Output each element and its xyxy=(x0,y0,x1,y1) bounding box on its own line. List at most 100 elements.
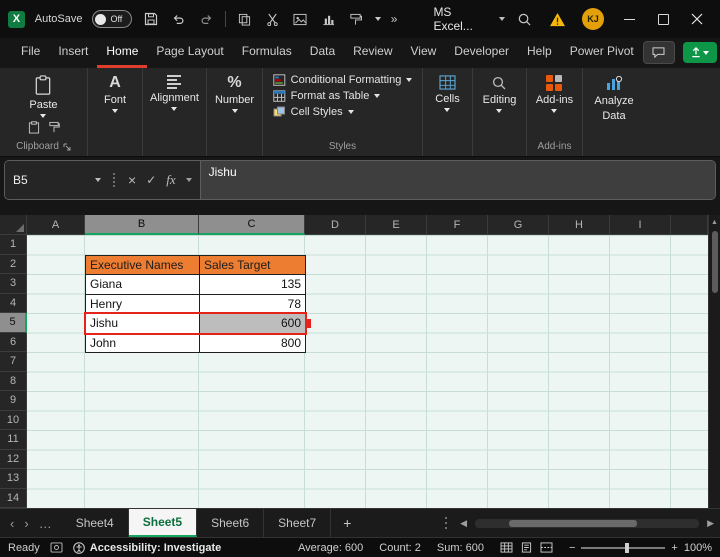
prev-sheet-icon[interactable]: ‹ xyxy=(10,516,14,531)
column-header-D[interactable]: D xyxy=(305,215,366,235)
tab-view[interactable]: View xyxy=(402,38,446,68)
addins-button[interactable]: Add-ins xyxy=(536,73,573,113)
table-cell[interactable]: Giana xyxy=(86,275,200,295)
table-cell[interactable]: Henry xyxy=(86,295,200,315)
page-layout-view-icon[interactable] xyxy=(520,542,533,553)
zoom-out-icon[interactable]: − xyxy=(569,542,575,554)
chart-icon[interactable] xyxy=(319,10,337,28)
number-button[interactable]: % Number xyxy=(215,73,254,113)
row-header-13[interactable]: 13 xyxy=(0,469,27,489)
cells-button[interactable]: Cells xyxy=(435,73,459,112)
search-icon[interactable] xyxy=(515,10,533,28)
column-header-C[interactable]: C xyxy=(199,215,305,235)
column-header-E[interactable]: E xyxy=(366,215,427,235)
undo-icon[interactable] xyxy=(170,10,188,28)
table-cell[interactable]: 78 xyxy=(200,295,306,315)
row-header-2[interactable]: 2 xyxy=(0,255,27,275)
row-header-3[interactable]: 3 xyxy=(0,274,27,294)
row-header-5[interactable]: 5 xyxy=(0,313,27,333)
table-cell[interactable]: 800 xyxy=(200,334,306,354)
redo-icon[interactable] xyxy=(197,10,215,28)
minimize-button[interactable] xyxy=(620,10,638,28)
scroll-right-icon[interactable]: ▶ xyxy=(707,518,714,529)
row-header-14[interactable]: 14 xyxy=(0,489,27,509)
table-header-cell[interactable]: Sales Target xyxy=(200,256,306,276)
tab-help[interactable]: Help xyxy=(518,38,561,68)
font-button[interactable]: A Font xyxy=(104,73,126,113)
tab-formulas[interactable]: Formulas xyxy=(233,38,301,68)
table-cell[interactable]: 600 xyxy=(200,314,306,334)
scroll-up-icon[interactable]: ▲ xyxy=(709,215,720,229)
format-painter-small-icon[interactable] xyxy=(48,121,60,134)
cell-styles-button[interactable]: Cell Styles xyxy=(271,105,356,119)
column-header-G[interactable]: G xyxy=(488,215,549,235)
dialog-launcher-icon[interactable] xyxy=(63,143,71,151)
column-header-F[interactable]: F xyxy=(427,215,488,235)
horizontal-scrollbar-thumb[interactable] xyxy=(509,520,637,527)
tab-file[interactable]: File xyxy=(12,38,49,68)
accessibility-status[interactable]: Accessibility: Investigate xyxy=(90,542,221,554)
row-header-12[interactable]: 12 xyxy=(0,450,27,470)
table-header-cell[interactable]: Executive Names xyxy=(86,256,200,276)
close-button[interactable] xyxy=(688,10,706,28)
column-header-B[interactable]: B xyxy=(85,215,199,235)
cut-icon[interactable] xyxy=(264,10,282,28)
tab-developer[interactable]: Developer xyxy=(445,38,518,68)
row-header-9[interactable]: 9 xyxy=(0,391,27,411)
format-as-table-button[interactable]: Format as Table xyxy=(271,89,383,103)
clipboard-small-icon[interactable] xyxy=(28,121,40,134)
horizontal-scrollbar[interactable] xyxy=(475,519,699,528)
row-header-6[interactable]: 6 xyxy=(0,333,27,353)
avatar[interactable]: KJ xyxy=(582,8,604,30)
maximize-button[interactable] xyxy=(654,10,672,28)
conditional-formatting-button[interactable]: Conditional Formatting xyxy=(271,73,415,87)
row-header-7[interactable]: 7 xyxy=(0,352,27,372)
zoom-in-icon[interactable]: + xyxy=(671,542,677,554)
formula-input[interactable]: Jishu xyxy=(200,161,715,199)
sheet-tab-sheet5[interactable]: Sheet5 xyxy=(129,509,197,537)
table-cell[interactable]: Jishu xyxy=(86,314,200,334)
tabbar-options-icon[interactable] xyxy=(445,517,448,529)
analyze-data-button[interactable]: Analyze Data xyxy=(594,73,633,122)
tab-insert[interactable]: Insert xyxy=(49,38,97,68)
normal-view-icon[interactable] xyxy=(500,542,513,553)
row-header-1[interactable]: 1 xyxy=(0,235,27,255)
alignment-button[interactable]: Alignment xyxy=(150,73,199,111)
row-header-4[interactable]: 4 xyxy=(0,294,27,314)
row-header-11[interactable]: 11 xyxy=(0,430,27,450)
copy-icon[interactable] xyxy=(236,10,254,28)
zoom-level[interactable]: 100% xyxy=(684,542,712,554)
sheet-tab-sheet7[interactable]: Sheet7 xyxy=(264,509,331,537)
clipboard-group-label[interactable]: Clipboard xyxy=(16,141,71,154)
column-header-partial[interactable] xyxy=(671,215,708,235)
table-cell[interactable]: 135 xyxy=(200,275,306,295)
format-painter-icon[interactable] xyxy=(347,10,365,28)
column-header-I[interactable]: I xyxy=(610,215,671,235)
chevron-down-icon[interactable] xyxy=(375,17,381,21)
warning-icon[interactable] xyxy=(549,12,566,27)
document-title[interactable]: MS Excel... xyxy=(433,5,505,33)
more-commands-icon[interactable]: » xyxy=(391,12,398,26)
all-sheets-icon[interactable]: … xyxy=(39,516,52,531)
tab-page-layout[interactable]: Page Layout xyxy=(147,38,232,68)
tab-home[interactable]: Home xyxy=(97,38,147,68)
column-header-H[interactable]: H xyxy=(549,215,610,235)
insert-function-icon[interactable]: fx xyxy=(166,172,175,188)
zoom-slider[interactable] xyxy=(581,547,665,549)
macro-record-icon[interactable] xyxy=(50,542,63,553)
picture-icon[interactable] xyxy=(292,10,310,28)
tab-review[interactable]: Review xyxy=(344,38,401,68)
select-all-button[interactable] xyxy=(0,215,27,235)
scroll-left-icon[interactable]: ◀ xyxy=(460,518,467,529)
cancel-icon[interactable]: × xyxy=(128,172,136,188)
editing-button[interactable]: Editing xyxy=(483,73,517,113)
row-header-8[interactable]: 8 xyxy=(0,372,27,392)
autosave-toggle[interactable]: Off xyxy=(92,10,131,28)
save-icon[interactable] xyxy=(142,10,160,28)
page-break-view-icon[interactable] xyxy=(540,542,553,553)
column-header-A[interactable]: A xyxy=(27,215,85,235)
row-header-10[interactable]: 10 xyxy=(0,411,27,431)
enter-icon[interactable]: ✓ xyxy=(146,173,156,187)
new-sheet-button[interactable]: + xyxy=(331,509,363,537)
paste-button[interactable]: Paste xyxy=(29,73,57,118)
